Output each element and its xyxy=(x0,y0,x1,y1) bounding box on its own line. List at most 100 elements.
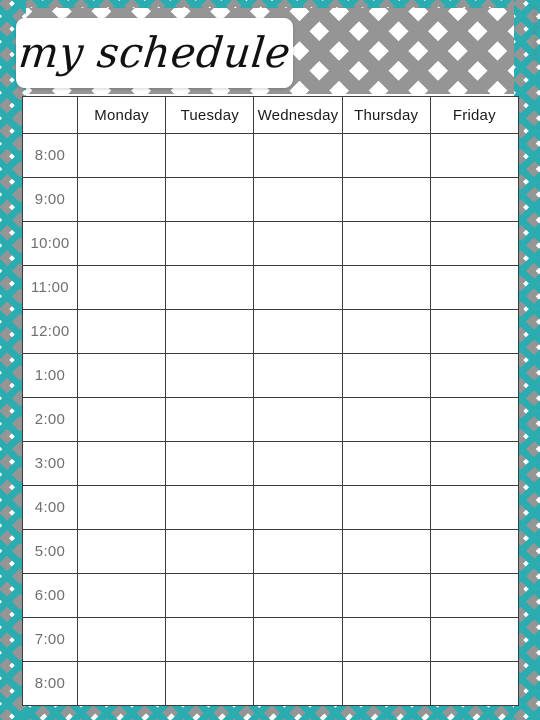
time-label: 8:00 xyxy=(22,661,78,706)
schedule-slot-cell[interactable] xyxy=(429,529,519,574)
schedule-slot-cell[interactable] xyxy=(341,661,431,706)
schedule-slot-cell[interactable] xyxy=(429,133,519,178)
schedule-table: Monday Tuesday Wednesday Thursday Friday… xyxy=(22,96,519,706)
schedule-slot-cell[interactable] xyxy=(429,397,519,442)
schedule-slot-cell[interactable] xyxy=(253,529,343,574)
schedule-slot-cell[interactable] xyxy=(253,353,343,398)
schedule-slot-cell[interactable] xyxy=(76,265,167,310)
table-row: 3:00 xyxy=(22,441,519,486)
table-row: 12:00 xyxy=(22,309,519,354)
time-label: 7:00 xyxy=(22,617,78,662)
table-row: 6:00 xyxy=(22,573,519,618)
schedule-slot-cell[interactable] xyxy=(341,573,431,618)
schedule-slot-cell[interactable] xyxy=(165,617,255,662)
schedule-slot-cell[interactable] xyxy=(165,397,255,442)
time-label: 4:00 xyxy=(22,485,78,530)
schedule-slot-cell[interactable] xyxy=(253,661,343,706)
schedule-slot-cell[interactable] xyxy=(165,485,255,530)
schedule-slot-cell[interactable] xyxy=(165,353,255,398)
schedule-slot-cell[interactable] xyxy=(76,397,167,442)
schedule-slot-cell[interactable] xyxy=(341,397,431,442)
time-label: 5:00 xyxy=(22,529,78,574)
title-card: my schedule xyxy=(16,18,293,88)
schedule-slot-cell[interactable] xyxy=(76,529,167,574)
schedule-slot-cell[interactable] xyxy=(341,221,431,266)
schedule-slot-cell[interactable] xyxy=(165,309,255,354)
schedule-slot-cell[interactable] xyxy=(429,661,519,706)
schedule-slot-cell[interactable] xyxy=(341,309,431,354)
time-label: 1:00 xyxy=(22,353,78,398)
time-label: 12:00 xyxy=(22,309,78,354)
schedule-slot-cell[interactable] xyxy=(429,617,519,662)
schedule-slot-cell[interactable] xyxy=(253,573,343,618)
time-label: 10:00 xyxy=(22,221,78,266)
schedule-slot-cell[interactable] xyxy=(165,133,255,178)
schedule-slot-cell[interactable] xyxy=(76,441,167,486)
table-row: 4:00 xyxy=(22,485,519,530)
schedule-slot-cell[interactable] xyxy=(253,617,343,662)
schedule-slot-cell[interactable] xyxy=(429,573,519,618)
schedule-slot-cell[interactable] xyxy=(253,441,343,486)
schedule-slot-cell[interactable] xyxy=(253,221,343,266)
schedule-table-body: 8:00 9:00 10:00 11:00 12:00 1:00 2:00 3:00 4:00 5… xyxy=(22,133,519,706)
schedule-table-header: Monday Tuesday Wednesday Thursday Friday xyxy=(22,96,519,134)
table-row: 8:00 xyxy=(22,133,519,178)
schedule-slot-cell[interactable] xyxy=(165,441,255,486)
table-row: 5:00 xyxy=(22,529,519,574)
schedule-slot-cell[interactable] xyxy=(76,485,167,530)
time-label: 3:00 xyxy=(22,441,78,486)
schedule-slot-cell[interactable] xyxy=(429,353,519,398)
table-row: 11:00 xyxy=(22,265,519,310)
schedule-slot-cell[interactable] xyxy=(253,309,343,354)
header-day-friday: Friday xyxy=(429,96,519,134)
header-day-tuesday: Tuesday xyxy=(165,96,255,134)
schedule-slot-cell[interactable] xyxy=(429,485,519,530)
schedule-slot-cell[interactable] xyxy=(341,441,431,486)
time-label: 9:00 xyxy=(22,177,78,222)
table-row: 1:00 xyxy=(22,353,519,398)
schedule-slot-cell[interactable] xyxy=(341,133,431,178)
schedule-slot-cell[interactable] xyxy=(341,177,431,222)
schedule-slot-cell[interactable] xyxy=(429,221,519,266)
schedule-slot-cell[interactable] xyxy=(253,397,343,442)
schedule-slot-cell[interactable] xyxy=(76,221,167,266)
schedule-slot-cell[interactable] xyxy=(165,265,255,310)
schedule-slot-cell[interactable] xyxy=(253,177,343,222)
schedule-page: my schedule Sweetly Aurora Monday Tuesda… xyxy=(0,0,540,720)
page-title: my schedule xyxy=(16,28,293,77)
schedule-slot-cell[interactable] xyxy=(76,661,167,706)
table-row: 9:00 xyxy=(22,177,519,222)
header-corner-cell xyxy=(22,96,78,134)
header-day-thursday: Thursday xyxy=(341,96,431,134)
schedule-slot-cell[interactable] xyxy=(429,265,519,310)
time-label: 8:00 xyxy=(22,133,78,178)
schedule-slot-cell[interactable] xyxy=(253,265,343,310)
time-label: 2:00 xyxy=(22,397,78,442)
schedule-slot-cell[interactable] xyxy=(76,177,167,222)
schedule-slot-cell[interactable] xyxy=(341,529,431,574)
schedule-slot-cell[interactable] xyxy=(253,485,343,530)
header-day-wednesday: Wednesday xyxy=(253,96,343,134)
schedule-slot-cell[interactable] xyxy=(165,573,255,618)
table-row: 8:00 xyxy=(22,661,519,706)
schedule-slot-cell[interactable] xyxy=(165,221,255,266)
schedule-slot-cell[interactable] xyxy=(165,177,255,222)
schedule-slot-cell[interactable] xyxy=(76,573,167,618)
schedule-slot-cell[interactable] xyxy=(341,265,431,310)
schedule-slot-cell[interactable] xyxy=(76,353,167,398)
schedule-slot-cell[interactable] xyxy=(429,309,519,354)
header-day-monday: Monday xyxy=(76,96,167,134)
schedule-slot-cell[interactable] xyxy=(76,133,167,178)
schedule-slot-cell[interactable] xyxy=(76,617,167,662)
schedule-slot-cell[interactable] xyxy=(165,529,255,574)
schedule-slot-cell[interactable] xyxy=(165,661,255,706)
schedule-slot-cell[interactable] xyxy=(429,441,519,486)
schedule-slot-cell[interactable] xyxy=(341,353,431,398)
schedule-slot-cell[interactable] xyxy=(253,133,343,178)
header-row: Monday Tuesday Wednesday Thursday Friday xyxy=(22,96,519,134)
table-row: 2:00 xyxy=(22,397,519,442)
schedule-slot-cell[interactable] xyxy=(341,617,431,662)
schedule-slot-cell[interactable] xyxy=(341,485,431,530)
schedule-slot-cell[interactable] xyxy=(429,177,519,222)
schedule-slot-cell[interactable] xyxy=(76,309,167,354)
